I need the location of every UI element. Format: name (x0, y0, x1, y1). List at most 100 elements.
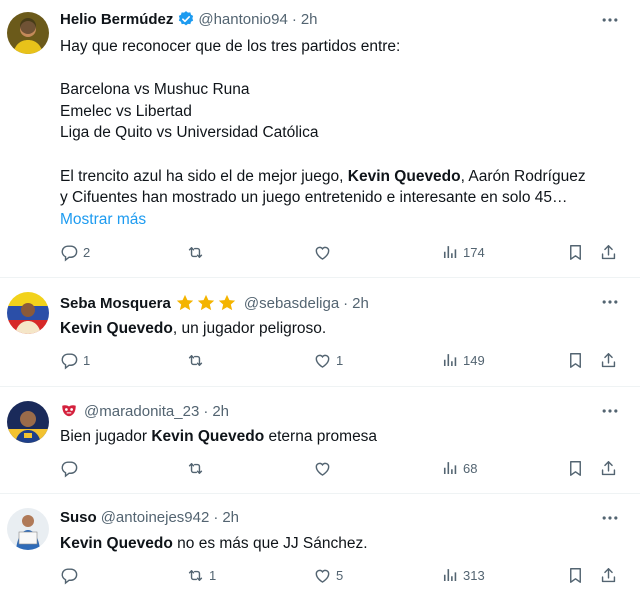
user-handle[interactable]: @sebasdeliga (244, 295, 339, 312)
reply-icon (60, 459, 79, 478)
bookmark-icon (566, 566, 585, 585)
more-options-icon[interactable] (600, 401, 620, 421)
user-handle[interactable]: @maradonita_23 (84, 403, 199, 420)
text-line: Kevin Quevedo no es más que JJ Sánchez. (60, 533, 620, 555)
reply-icon (60, 243, 79, 262)
retweet-icon (186, 243, 205, 262)
tweet[interactable]: Suso @antoinejes942 · 2h Kevin Quevedo n… (0, 494, 640, 601)
text-line: Kevin Quevedo, un jugador peligroso. (60, 318, 620, 340)
bookmark-icon (566, 351, 585, 370)
view-count: 174 (463, 245, 485, 260)
more-options-icon[interactable] (600, 10, 620, 30)
separator-dot: · (213, 509, 219, 526)
avatar[interactable] (7, 292, 49, 334)
heart-icon (313, 459, 332, 478)
tweet[interactable]: Seba Mosquera @sebasdeliga · 2h Kevin Qu… (0, 278, 640, 387)
tweet[interactable]: @maradonita_23 · 2h Bien jugador Kevin Q… (0, 387, 640, 494)
separator-dot: · (203, 402, 209, 420)
text-segment: eterna promesa (264, 428, 378, 445)
reply-button[interactable] (60, 566, 83, 585)
tweet-text: Bien jugador Kevin Quevedo eterna promes… (60, 426, 620, 448)
like-count: 5 (336, 568, 344, 583)
tweet[interactable]: Helio Bermúdez @hantonio94 · 2h Hay que … (0, 0, 640, 278)
like-button[interactable] (313, 459, 336, 478)
views-button[interactable]: 313 (440, 566, 485, 585)
views-button[interactable]: 68 (440, 459, 477, 478)
like-button[interactable] (313, 243, 336, 262)
reply-button[interactable] (60, 459, 83, 478)
like-button[interactable]: 5 (313, 566, 343, 585)
show-more-link[interactable]: Mostrar más (60, 209, 620, 231)
timestamp[interactable]: 2h (352, 295, 369, 312)
heart-icon (313, 566, 332, 585)
share-icon (599, 243, 618, 262)
reply-button[interactable]: 2 (60, 243, 90, 262)
mention-text: Kevin Quevedo (60, 320, 173, 337)
tweet-text: Kevin Quevedo, un jugador peligroso. (60, 318, 620, 340)
action-bar: 2 174 (60, 243, 622, 265)
avatar[interactable] (7, 508, 49, 550)
action-bar: 1 5 313 (60, 566, 622, 588)
avatar[interactable] (7, 12, 49, 54)
bookmark-button[interactable] (566, 459, 585, 478)
share-button[interactable] (599, 243, 618, 262)
timestamp[interactable]: 2h (222, 509, 239, 526)
retweet-icon (186, 459, 205, 478)
display-name[interactable]: Seba Mosquera (60, 295, 171, 312)
retweet-icon (186, 351, 205, 370)
text-line: y Cifuentes han mostrado un juego entret… (60, 189, 568, 207)
retweet-button[interactable] (186, 351, 209, 370)
separator-dot: · (343, 294, 349, 312)
verified-badge-icon (179, 11, 194, 26)
share-button[interactable] (599, 351, 618, 370)
display-name[interactable]: Helio Bermúdez (60, 11, 173, 28)
retweet-button[interactable]: 1 (186, 566, 216, 585)
views-icon (440, 351, 459, 370)
tweet-header: Helio Bermúdez @hantonio94 · 2h (60, 10, 600, 28)
like-button[interactable]: 1 (313, 351, 343, 370)
text-line: El trencito azul ha sido el de mejor jue… (60, 166, 620, 188)
bookmark-button[interactable] (566, 243, 585, 262)
views-button[interactable]: 149 (440, 351, 485, 370)
text-segment: , un jugador peligroso. (172, 320, 327, 337)
views-icon (440, 566, 459, 585)
bookmark-button[interactable] (566, 351, 585, 370)
mention-text: Kevin Quevedo (347, 167, 461, 185)
views-button[interactable]: 174 (440, 243, 485, 262)
tweet-header: Suso @antoinejes942 · 2h (60, 509, 600, 526)
timestamp[interactable]: 2h (301, 11, 318, 28)
retweet-button[interactable] (186, 459, 209, 478)
mask-icon (62, 405, 76, 417)
text-segment: El trencito azul ha sido el de mejor jue… (60, 167, 348, 185)
view-count: 313 (463, 568, 485, 583)
text-segment: no es más que JJ Sánchez. (172, 535, 368, 552)
tweet-text: Hay que reconocer que de los tres partid… (60, 36, 620, 230)
retweet-button[interactable] (186, 243, 209, 262)
user-handle[interactable]: @hantonio94 (198, 11, 287, 28)
bookmark-button[interactable] (566, 566, 585, 585)
user-handle[interactable]: @antoinejes942 (101, 509, 210, 526)
view-count: 68 (463, 461, 478, 476)
text-line: Emelec vs Libertad (60, 102, 192, 120)
timeline: Helio Bermúdez @hantonio94 · 2h Hay que … (0, 0, 640, 601)
text-line: Liga de Quito vs Universidad Católica (60, 124, 319, 142)
share-button[interactable] (599, 459, 618, 478)
reply-button[interactable]: 1 (60, 351, 90, 370)
text-segment: Bien jugador (60, 428, 152, 445)
like-count: 1 (336, 353, 344, 368)
heart-icon (313, 351, 332, 370)
more-options-icon[interactable] (600, 292, 620, 312)
retweet-count: 1 (209, 568, 217, 583)
reply-count: 1 (83, 353, 91, 368)
action-bar: 68 (60, 459, 622, 481)
display-name[interactable]: Suso (60, 509, 97, 526)
share-button[interactable] (599, 566, 618, 585)
timestamp[interactable]: 2h (212, 403, 229, 420)
view-count: 149 (463, 353, 485, 368)
bookmark-icon (566, 243, 585, 262)
avatar[interactable] (7, 401, 49, 443)
reply-icon (60, 351, 79, 370)
heart-icon (313, 243, 332, 262)
more-options-icon[interactable] (600, 508, 620, 528)
views-icon (440, 243, 459, 262)
